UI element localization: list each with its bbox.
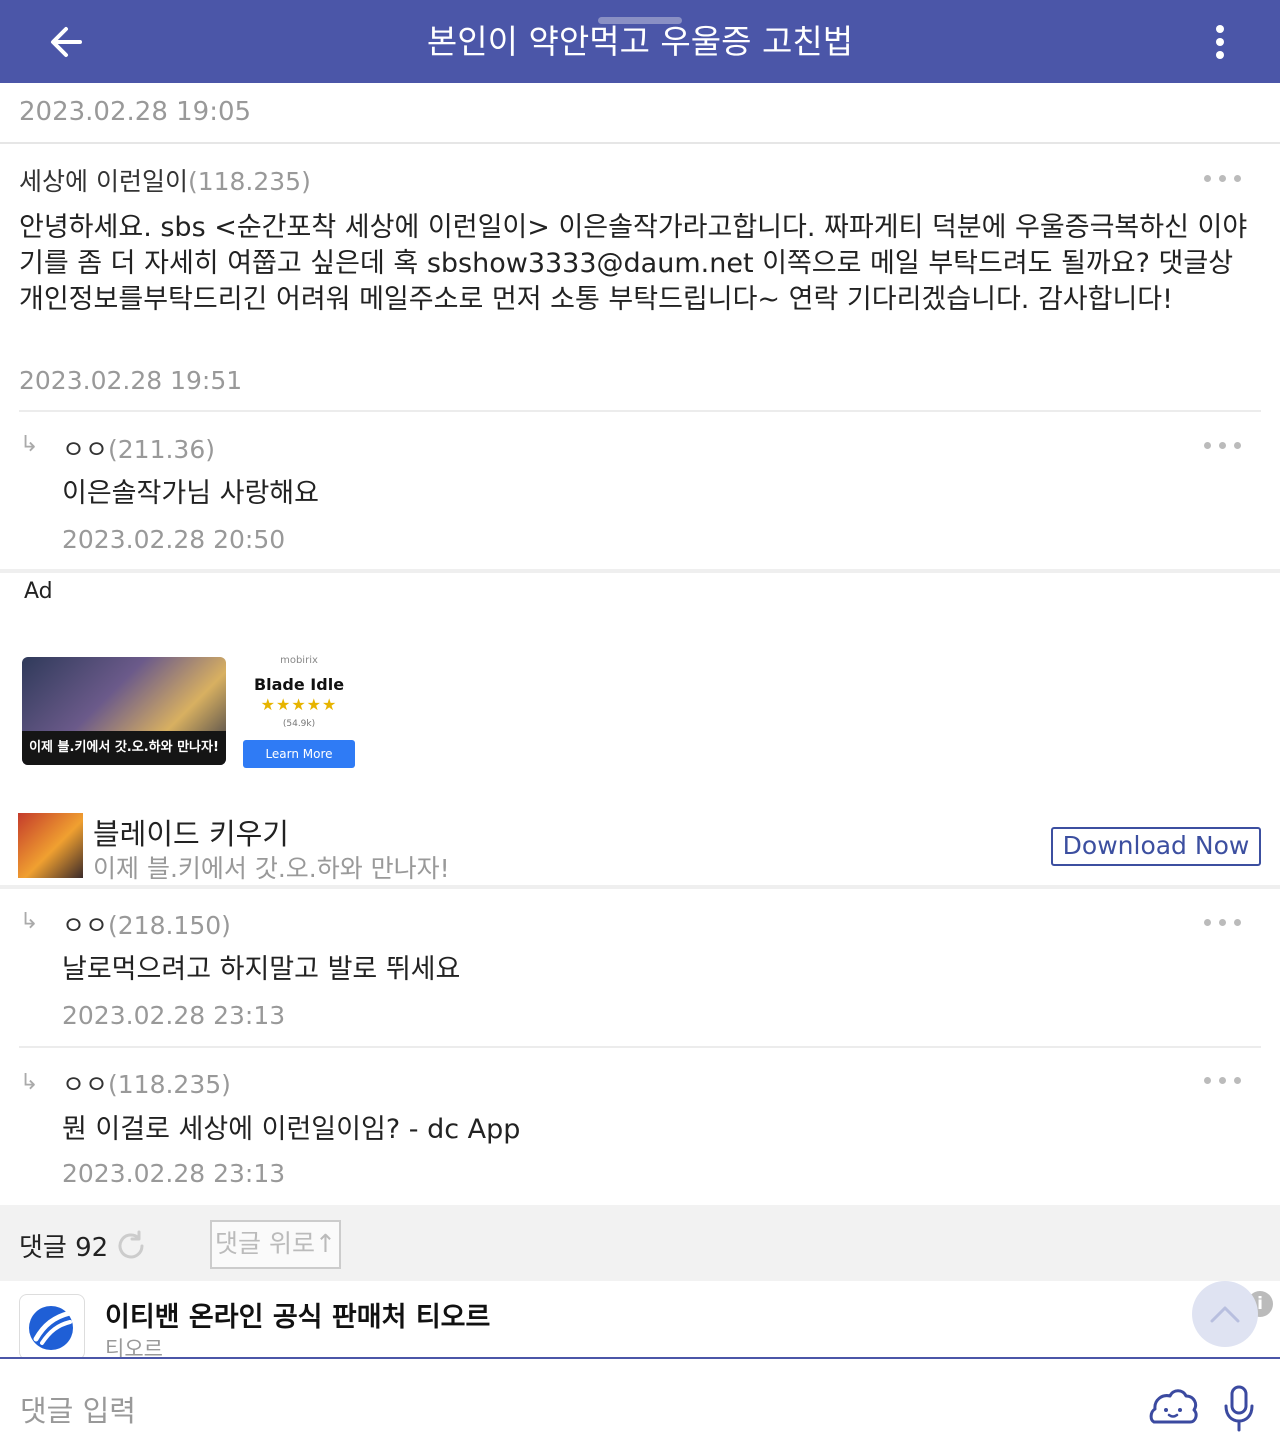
download-now-button[interactable]: Download Now xyxy=(1051,827,1261,866)
post-date: 2023.02.28 19:05 xyxy=(19,97,252,127)
ad-label: Ad xyxy=(24,579,53,604)
ad-app-icon[interactable] xyxy=(18,813,83,878)
promo-ad[interactable]: 이티밴 온라인 공식 판매처 티오르 티오르 i xyxy=(0,1281,1280,1359)
dccon-emoji-icon[interactable] xyxy=(1148,1384,1198,1428)
comment-text: 날로먹으려고 하지말고 발로 뛰세요 xyxy=(62,954,461,985)
comment-date: 2023.02.28 20:50 xyxy=(62,525,286,554)
comment-ip: (211.36) xyxy=(108,435,215,464)
comment-author: ㅇㅇ(118.235) xyxy=(62,1070,231,1099)
scroll-to-comments-button[interactable]: 댓글 위로↑ xyxy=(210,1220,341,1269)
comment-count: 댓글 92 xyxy=(19,1233,109,1263)
back-arrow-icon[interactable] xyxy=(42,18,90,66)
ad-block: Ad 이제 블.키에서 갓.오.하와 만나자! mobirix Blade Id… xyxy=(0,573,1280,885)
ad-game-title: Blade Idle xyxy=(253,675,345,694)
promo-logo xyxy=(19,1294,85,1359)
promo-title: 이티밴 온라인 공식 판매처 티오르 xyxy=(105,1302,491,1333)
comment-more-icon[interactable] xyxy=(1204,917,1244,929)
ad-banner-text: 이제 블.키에서 갓.오.하와 만나자! xyxy=(22,731,226,765)
comment-count-bar: 댓글 92 댓글 위로↑ xyxy=(0,1205,1280,1281)
reply-comment: ↳ ㅇㅇ(211.36) 이은솔작가님 사랑해요 2023.02.28 20:5… xyxy=(0,412,1280,569)
comment-date: 2023.02.28 19:51 xyxy=(19,366,243,395)
reply-comment: ↳ ㅇㅇ(218.150) 날로먹으려고 하지말고 발로 뛰세요 2023.02… xyxy=(0,889,1280,1046)
comment-more-icon[interactable] xyxy=(1204,1075,1244,1087)
comment-ip: (218.150) xyxy=(108,911,231,940)
comment-date: 2023.02.28 23:13 xyxy=(62,1001,286,1030)
chevron-up-icon xyxy=(1210,1306,1240,1323)
comment-text: 이은솔작가님 사랑해요 xyxy=(62,478,319,509)
more-vert-icon[interactable] xyxy=(1200,18,1240,66)
ad-rating-count: (54.9k) xyxy=(282,719,316,729)
ad-app-subtitle: 이제 블.키에서 갓.오.하와 만나자! xyxy=(93,854,450,883)
tior-logo-icon xyxy=(29,1306,73,1350)
comment-input-bar[interactable]: 댓글 입력 xyxy=(0,1357,1280,1452)
scroll-top-button[interactable] xyxy=(1192,1281,1258,1347)
reply-arrow-icon: ↳ xyxy=(20,909,39,934)
comment-author: ㅇㅇ(218.150) xyxy=(62,911,231,940)
reply-arrow-icon: ↳ xyxy=(20,1070,39,1095)
comment-ip: (118.235) xyxy=(187,167,311,196)
ad-app-name[interactable]: 블레이드 키우기 xyxy=(93,811,289,853)
comment-author: ㅇㅇ(211.36) xyxy=(62,435,215,464)
promo-subtitle: 티오르 xyxy=(105,1337,163,1359)
comment: 세상에 이런일이(118.235) 안녕하세요. sbs <순간포착 세상에 이… xyxy=(0,146,1280,410)
comment-text: 뭔 이걸로 세상에 이런일이임? - dc App xyxy=(62,1114,521,1145)
comment-text: 안녕하세요. sbs <순간포착 세상에 이런일이> 이은솔작가라고합니다. 짜… xyxy=(19,212,1248,315)
ad-brand: mobirix xyxy=(280,655,318,666)
comment-ip: (118.235) xyxy=(108,1070,231,1099)
refresh-icon[interactable] xyxy=(114,1229,148,1263)
comment-more-icon[interactable] xyxy=(1204,440,1244,452)
reply-arrow-icon: ↳ xyxy=(20,432,39,457)
learn-more-button[interactable]: Learn More xyxy=(243,740,355,768)
page-title: 본인이 약안먹고 우울증 고친법 xyxy=(426,22,854,61)
post-date-row: 2023.02.28 19:05 xyxy=(0,83,1280,144)
microphone-icon[interactable] xyxy=(1222,1384,1256,1434)
ad-banner-image[interactable]: 이제 블.키에서 갓.오.하와 만나자! xyxy=(22,657,226,765)
comment-date: 2023.02.28 23:13 xyxy=(62,1159,286,1188)
top-app-bar: 본인이 약안먹고 우울증 고친법 xyxy=(0,0,1280,83)
reply-comment: ↳ ㅇㅇ(118.235) 뭔 이걸로 세상에 이런일이임? - dc App … xyxy=(0,1048,1280,1205)
comment-more-icon[interactable] xyxy=(1204,173,1244,185)
comment-author: 세상에 이런일이(118.235) xyxy=(19,167,311,196)
comment-input[interactable]: 댓글 입력 xyxy=(20,1388,136,1430)
ad-rating-stars: ★★★★★ xyxy=(260,695,338,714)
